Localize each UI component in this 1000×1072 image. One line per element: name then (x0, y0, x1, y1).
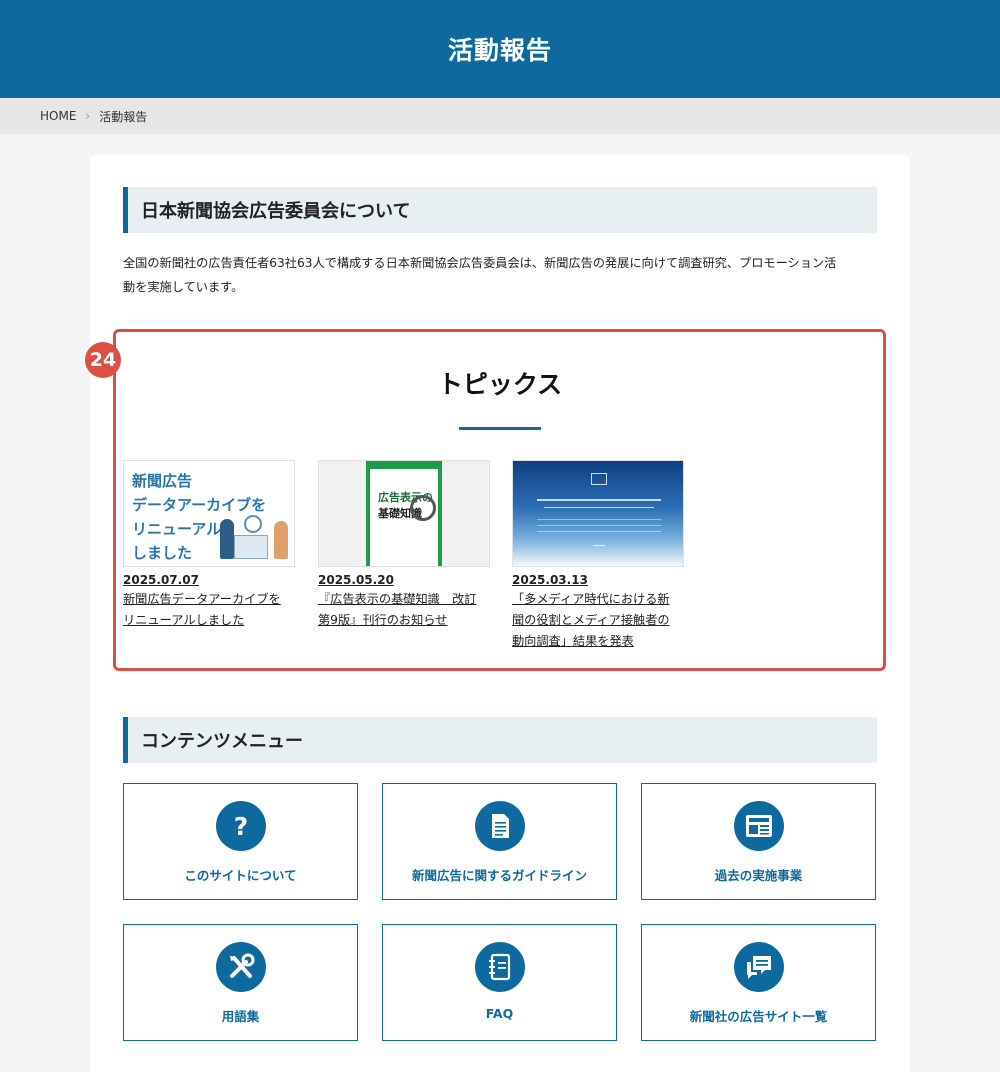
menu-tile-glossary[interactable]: 用語集 (123, 924, 358, 1041)
main-content-card: 日本新聞協会広告委員会について 全国の新聞社の広告責任者63社63人で構成する日… (85, 155, 910, 1072)
menu-tile-label: FAQ (485, 1006, 514, 1021)
magnifier-icon (410, 495, 436, 521)
topic-title-line[interactable]: 動向調査」結果を発表 (512, 631, 684, 652)
menu-tile-guidelines[interactable]: 新聞広告に関するガイドライン (382, 783, 617, 900)
newspaper-icon (734, 801, 784, 851)
topic-date[interactable]: 2025.03.13 (512, 572, 684, 589)
topic-title-line[interactable]: リニューアルしました (123, 610, 295, 631)
topic-title-line[interactable]: 聞の役割とメディア接触者の (512, 610, 684, 631)
about-heading-text: 日本新聞協会広告委員会について (141, 201, 411, 222)
topic-item[interactable]: 2025.03.13 「多メディア時代における新 聞の役割とメディア接触者の 動… (512, 460, 684, 652)
topic-title-line[interactable]: 新聞広告データアーカイブを (123, 589, 295, 610)
screen-illustration (234, 535, 268, 559)
book-cover-illustration: 広告表示の 基礎知識 (366, 461, 442, 566)
globe-icon (244, 515, 262, 533)
chevron-right-icon: › (85, 109, 91, 123)
topic-thumbnail[interactable] (512, 460, 684, 567)
person-illustration (220, 519, 234, 559)
chat-icon (734, 942, 784, 992)
about-text-line: 動を実施しています。 (123, 280, 244, 294)
device-icon (591, 473, 607, 485)
menu-tile-label: 新聞広告に関するガイドライン (411, 868, 587, 883)
menu-tile-past-projects[interactable]: 過去の実施事業 (641, 783, 876, 900)
menu-tile-about-site[interactable]: ? このサイトについて (123, 783, 358, 900)
topics-title-underline (459, 427, 541, 430)
topics-title: トピックス (437, 370, 563, 399)
topic-thumbnail[interactable]: 広告表示の 基礎知識 (318, 460, 490, 567)
breadcrumb-home-link[interactable]: HOME (40, 109, 76, 123)
topic-item[interactable]: 新聞広告 データアーカイブを リニューアル しました 2025.07.07 新聞… (123, 460, 295, 631)
about-text-line: 全国の新聞社の広告責任者63社63人で構成する日本新聞協会広告委員会は、新聞広告… (123, 256, 837, 270)
topic-title-line[interactable]: 第9版』刊行のお知らせ (318, 610, 490, 631)
menu-tile-label: 新聞社の広告サイト一覧 (689, 1009, 828, 1024)
svg-text:?: ? (234, 812, 249, 840)
page-title: 活動報告 (447, 36, 552, 65)
topic-title-line[interactable]: 「多メディア時代における新 (512, 589, 684, 610)
breadcrumb-current: 活動報告 (99, 109, 148, 124)
menu-heading-text: コンテンツメニュー (141, 731, 303, 752)
topic-item[interactable]: 広告表示の 基礎知識 2025.05.20 『広告表示の基礎知識 改訂 第9版』… (318, 460, 490, 631)
person-illustration (274, 521, 288, 559)
menu-tile-faq[interactable]: FAQ (382, 924, 617, 1041)
tools-icon (216, 942, 266, 992)
menu-tile-label: 過去の実施事業 (714, 868, 803, 883)
menu-tile-label: 用語集 (221, 1009, 260, 1024)
topic-title-line[interactable]: 『広告表示の基礎知識 改訂 (318, 589, 490, 610)
document-icon (475, 801, 525, 851)
page-header: 活動報告 (0, 0, 1000, 98)
notebook-icon (475, 942, 525, 992)
topic-date[interactable]: 2025.05.20 (318, 572, 490, 589)
menu-tile-label: このサイトについて (184, 868, 297, 883)
breadcrumb: HOME › 活動報告 (0, 98, 1000, 134)
question-icon: ? (216, 801, 266, 851)
about-heading: 日本新聞協会広告委員会について (123, 187, 877, 233)
topic-thumbnail[interactable]: 新聞広告 データアーカイブを リニューアル しました (123, 460, 295, 567)
menu-tile-newspaper-ad-sites[interactable]: 新聞社の広告サイト一覧 (641, 924, 876, 1041)
topic-date[interactable]: 2025.07.07 (123, 572, 295, 589)
menu-heading: コンテンツメニュー (123, 717, 877, 763)
about-description: 全国の新聞社の広告責任者63社63人で構成する日本新聞協会広告委員会は、新聞広告… (123, 251, 879, 299)
